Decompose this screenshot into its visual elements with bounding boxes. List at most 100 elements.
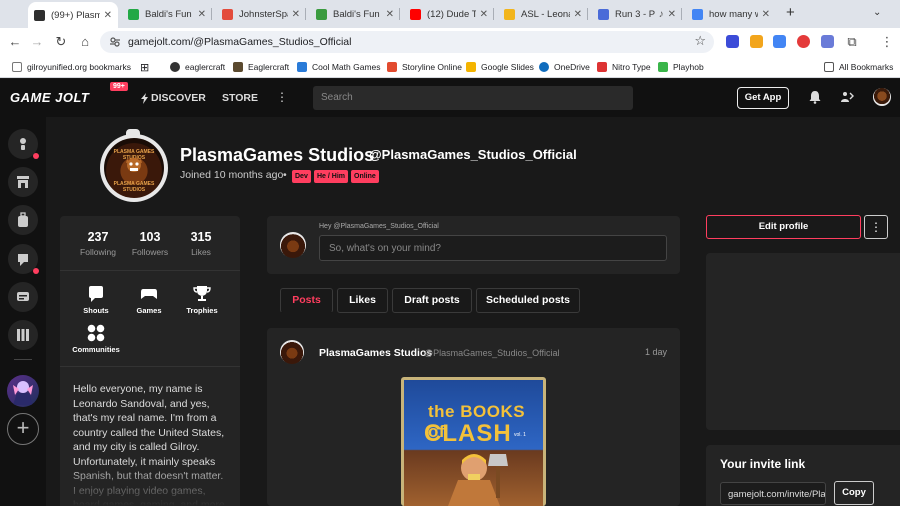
communities-link[interactable]: Communities: [71, 324, 121, 354]
profile-avatar[interactable]: PLASMA GAMES STUDIOS PLASMA GAMES STUDIO…: [100, 134, 168, 202]
bookmark-star-icon[interactable]: ☆: [694, 33, 706, 49]
shouts-link[interactable]: Shouts: [71, 285, 121, 315]
browser-tab[interactable]: Baldi's Fun N ✕: [310, 3, 400, 25]
bookmark-label: Eaglercraft: [248, 62, 290, 72]
new-tab-button[interactable]: +: [786, 4, 795, 21]
user-avatar[interactable]: [873, 88, 891, 106]
extension-icon[interactable]: [821, 35, 834, 48]
bookmark-item[interactable]: Nitro Type: [597, 60, 651, 74]
extension-c-icon[interactable]: [726, 35, 739, 48]
rail-store-button[interactable]: [8, 167, 38, 197]
bookmark-label: Google Slides: [481, 62, 534, 72]
copy-invite-button[interactable]: Copy: [834, 481, 874, 505]
more-menu-icon[interactable]: ⋮: [276, 90, 288, 104]
forward-arrow-icon[interactable]: →: [28, 33, 46, 51]
followers-stat[interactable]: 103 Followers: [125, 230, 175, 257]
close-tab-icon[interactable]: ✕: [292, 9, 300, 20]
rail-inventory-button[interactable]: [8, 205, 38, 235]
browser-menu-icon[interactable]: ⋮: [878, 33, 896, 51]
tab-likes[interactable]: Likes: [337, 288, 388, 313]
rail-chat-button[interactable]: [8, 282, 38, 312]
edit-profile-button[interactable]: Edit profile: [706, 215, 861, 239]
site-search-input[interactable]: Search: [313, 86, 633, 110]
bookmark-item[interactable]: Google Slides: [466, 60, 534, 74]
nav-store[interactable]: STORE: [222, 92, 258, 104]
apps-grid-icon[interactable]: ⊞: [140, 60, 149, 74]
puzzle-extensions-icon[interactable]: ⧉: [843, 33, 861, 51]
bell-icon[interactable]: [808, 90, 822, 104]
close-tab-icon[interactable]: ✕: [104, 10, 112, 21]
browser-tab[interactable]: (99+) Plasma ✕: [28, 2, 118, 28]
post-author-handle: @PlasmaGames_Studios_Official: [424, 348, 560, 358]
gamepad-icon: [141, 289, 157, 299]
tab-posts[interactable]: Posts: [280, 288, 333, 313]
invite-link-card: Your invite link gamejolt.com/invite/Pla…: [706, 445, 900, 506]
add-community-button[interactable]: +: [7, 413, 39, 445]
tab-draft-posts[interactable]: Draft posts: [392, 288, 472, 313]
profile-more-button[interactable]: ⋮: [864, 215, 888, 239]
tab-title: ASL - Leona: [521, 8, 570, 20]
unread-dot: [33, 268, 39, 274]
post-image[interactable]: the BOOKS of CLASH vol. 1: [401, 377, 546, 506]
activity-icon[interactable]: [840, 90, 854, 104]
home-icon[interactable]: ⌂: [76, 33, 94, 51]
close-tab-icon[interactable]: ✕: [668, 9, 676, 20]
close-tab-icon[interactable]: ✕: [574, 9, 582, 20]
trophies-link[interactable]: Trophies: [177, 285, 227, 315]
browser-tab[interactable]: how many w ✕: [686, 3, 776, 25]
tab-scheduled-posts[interactable]: Scheduled posts: [476, 288, 580, 313]
all-bookmarks-button[interactable]: All Bookmarks: [824, 60, 893, 74]
rail-library-button[interactable]: [8, 320, 38, 350]
nav-discover[interactable]: DISCOVER: [151, 92, 206, 104]
folder-icon: [12, 62, 22, 72]
close-tab-icon[interactable]: ✕: [386, 9, 394, 20]
post-author-avatar[interactable]: [280, 340, 304, 364]
book-cover: the BOOKS of CLASH vol. 1: [404, 380, 543, 506]
site-info-icon[interactable]: [109, 36, 121, 48]
bookmark-item[interactable]: eaglercraft: [170, 60, 225, 74]
bookmark-item[interactable]: Eaglercraft: [233, 60, 289, 74]
browser-tab[interactable]: ASL - Leona ✕: [498, 3, 588, 25]
bookmark-item[interactable]: Cool Math Games: [297, 60, 381, 74]
game-jolt-logo[interactable]: GAME JOLT: [10, 90, 89, 105]
close-tab-icon[interactable]: ✕: [198, 9, 206, 20]
bookmark-label: Storyline Online: [402, 62, 463, 72]
browser-tab[interactable]: Baldi's Fun N ✕: [122, 3, 212, 25]
community-game-thumbnail[interactable]: [7, 375, 39, 407]
browser-tab[interactable]: Run 3 - Pl ♪ ✕: [592, 3, 682, 25]
sidebar-card: [706, 253, 900, 430]
discover-icon: [141, 93, 148, 104]
post-card[interactable]: PlasmaGames Studios @PlasmaGames_Studios…: [267, 328, 680, 506]
composer-placeholder: So, what's on your mind?: [329, 243, 441, 254]
bookmark-item[interactable]: gilroyunified.org bookmarks: [12, 60, 131, 74]
speaker-icon[interactable]: ♪: [659, 9, 664, 20]
close-tab-icon[interactable]: ✕: [480, 9, 488, 20]
likes-stat[interactable]: 315 Likes: [176, 230, 226, 257]
bookmark-item[interactable]: Storyline Online: [387, 60, 462, 74]
tab-search-icon[interactable]: ⌄: [873, 7, 881, 18]
reload-icon[interactable]: ↻: [52, 33, 70, 51]
back-arrow-icon[interactable]: ←: [6, 33, 24, 51]
shout-bubble-icon: [89, 286, 103, 302]
tab-title: how many w: [709, 8, 758, 20]
bookmark-item[interactable]: Playhob: [658, 60, 704, 74]
invite-link-field[interactable]: gamejolt.com/invite/PlasmaGames: [720, 482, 826, 505]
get-app-button[interactable]: Get App: [737, 87, 789, 109]
quest-scroll-icon: [18, 254, 28, 266]
address-bar[interactable]: gamejolt.com/@PlasmaGames_Studios_Offici…: [100, 31, 714, 53]
extension-badge-icon[interactable]: [750, 35, 763, 48]
post-author-name[interactable]: PlasmaGames Studios: [319, 347, 432, 359]
store-icon: [17, 176, 29, 188]
bookmark-item[interactable]: OneDrive: [539, 60, 590, 74]
composer-input[interactable]: So, what's on your mind?: [319, 235, 667, 261]
bookmark-label: Playhob: [673, 62, 704, 72]
browser-tab[interactable]: (12) Dude Th ✕: [404, 3, 494, 25]
following-stat[interactable]: 237 Following: [73, 230, 123, 257]
games-link[interactable]: Games: [124, 285, 174, 315]
translate-extension-icon[interactable]: [773, 35, 786, 48]
adblock-extension-icon[interactable]: [797, 35, 810, 48]
close-tab-icon[interactable]: ✕: [762, 9, 770, 20]
book-title-main: CLASH: [424, 420, 512, 447]
browser-tab[interactable]: JohnsterSpa ✕: [216, 3, 306, 25]
bookmark-label: gilroyunified.org bookmarks: [27, 62, 131, 72]
